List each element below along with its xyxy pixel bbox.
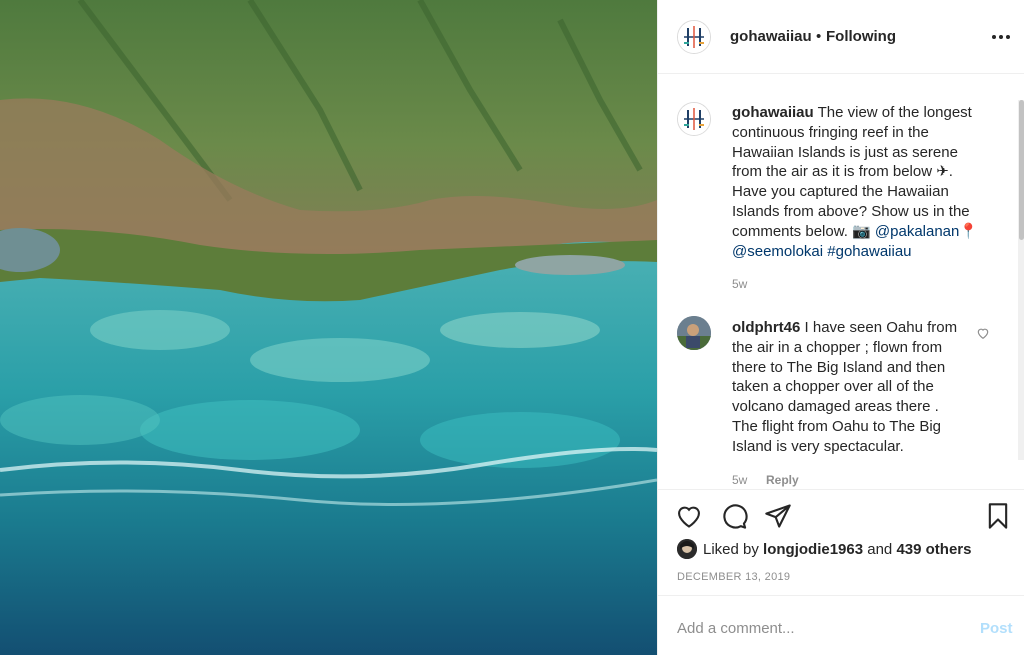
liker-username[interactable]: longjodie1963 (763, 541, 863, 558)
caption-text: The view of the longest continuous fring… (732, 104, 972, 240)
aerial-reef-image (0, 0, 657, 655)
comment: oldphrt46 I have seen Oahu from the air … (732, 318, 967, 457)
bookmark-icon[interactable] (984, 502, 1012, 530)
post-photo[interactable] (0, 0, 657, 655)
reply-button[interactable]: Reply (766, 473, 799, 487)
add-comment-bar: Add a comment... Post (658, 595, 1024, 655)
commenter-avatar[interactable] (677, 316, 711, 350)
header-username[interactable]: gohawaiiau (730, 28, 812, 45)
comment-input[interactable]: Add a comment... (677, 620, 795, 637)
comment-like-heart-icon[interactable] (976, 326, 990, 340)
mention-link[interactable]: @seemolokai (732, 243, 823, 260)
comment-time[interactable]: 5w (732, 473, 747, 487)
header-separator: • (816, 28, 822, 45)
comment-icon[interactable] (720, 502, 748, 530)
caption-avatar[interactable] (677, 102, 711, 136)
liker-photo (677, 539, 697, 559)
mention-link[interactable]: @pakalanan (875, 223, 959, 240)
comment-username[interactable]: oldphrt46 (732, 319, 800, 336)
post-button[interactable]: Post (980, 620, 1013, 637)
hi-logo-icon (678, 21, 710, 53)
pin-glyph: 📍 (959, 222, 979, 240)
post-panel: gohawaiiau • Following gohawaiiau The vi… (657, 0, 1024, 655)
caption-username[interactable]: gohawaiiau (732, 104, 814, 121)
liked-by-prefix: Liked by (703, 541, 759, 558)
heart-icon[interactable] (675, 502, 703, 530)
hashtag-link[interactable]: #gohawaiiau (827, 243, 911, 260)
post-date[interactable]: DECEMBER 13, 2019 (677, 571, 790, 583)
scrollbar-thumb[interactable] (1019, 100, 1024, 240)
commenter-photo (677, 316, 711, 350)
caption-time[interactable]: 5w (732, 277, 747, 291)
post-header: gohawaiiau • Following (658, 0, 1024, 74)
following-button[interactable]: Following (826, 28, 896, 45)
more-icon[interactable] (990, 27, 1012, 47)
post-actions: Liked by longjodie1963 and 439 others DE… (658, 489, 1024, 594)
liker-avatar[interactable] (677, 539, 697, 559)
comment-text: I have seen Oahu from the air in a chopp… (732, 319, 958, 455)
hi-logo-icon (678, 103, 710, 135)
comments-section: gohawaiiau The view of the longest conti… (658, 75, 1024, 488)
profile-avatar[interactable] (677, 20, 711, 54)
likes-count[interactable]: 439 others (896, 541, 971, 558)
share-icon[interactable] (764, 502, 792, 530)
liked-and: and (867, 541, 893, 558)
caption: gohawaiiau The view of the longest conti… (732, 103, 982, 261)
